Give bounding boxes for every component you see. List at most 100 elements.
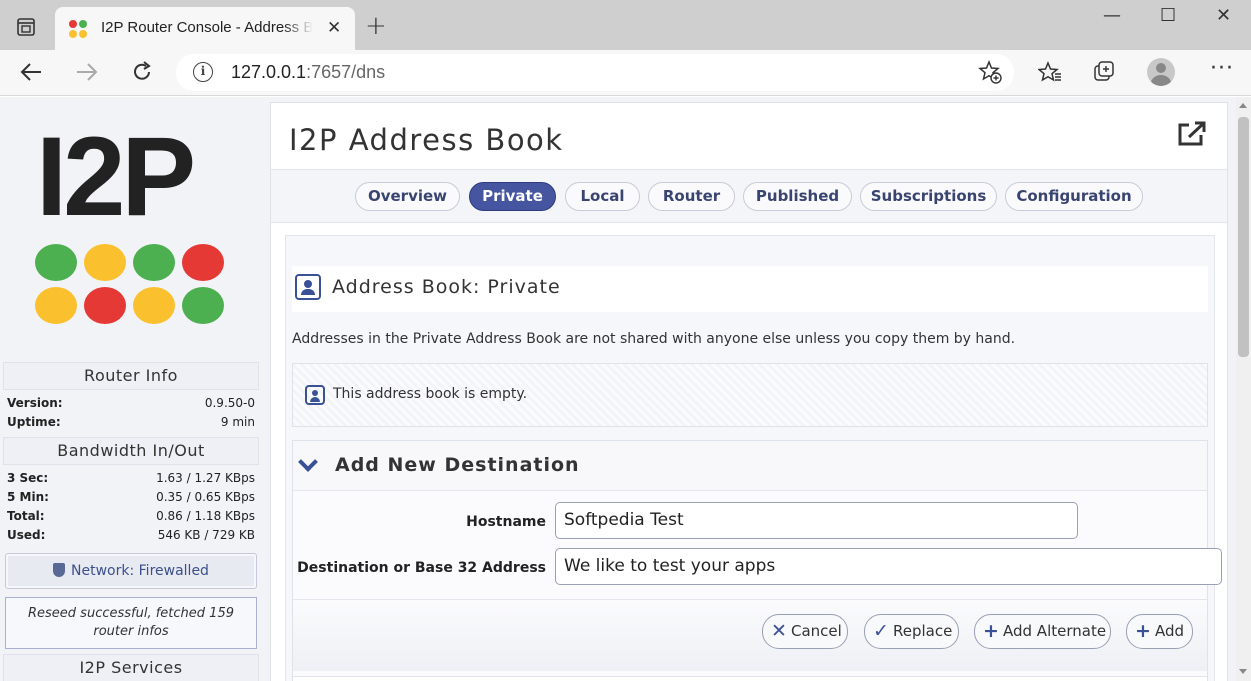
plus-icon: + xyxy=(1135,620,1151,642)
logo-dot xyxy=(133,244,175,281)
maximize-button[interactable]: ☐ xyxy=(1160,6,1176,26)
page-title: I2P Address Book xyxy=(289,123,564,157)
stat-value: 0.9.50-0 xyxy=(204,396,255,410)
close-window-button[interactable]: ✕ xyxy=(1216,6,1231,26)
section-title: Address Book: Private xyxy=(332,276,561,298)
cancel-icon: ✕ xyxy=(771,620,787,642)
back-icon[interactable] xyxy=(20,62,42,82)
tab-published[interactable]: Published xyxy=(743,182,852,211)
add-label: Add xyxy=(1155,622,1185,640)
i2p-logo[interactable]: I2P xyxy=(36,121,196,233)
hostname-input[interactable]: Softpedia Test xyxy=(555,502,1078,539)
destination-input[interactable]: We like to test your apps xyxy=(555,548,1222,585)
plus-icon: + xyxy=(983,620,999,642)
destination-label: Destination or Base 32 Address xyxy=(297,560,546,576)
hostname-label: Hostname xyxy=(466,514,546,530)
stat-label: 5 Min: xyxy=(7,490,49,504)
sidebar: I2P Router Info Version: 0.9.50-0 Uptime… xyxy=(0,97,262,681)
tab-subscriptions[interactable]: Subscriptions xyxy=(860,182,997,211)
tab-router[interactable]: Router xyxy=(648,182,735,211)
browser-tab-active[interactable]: I2P Router Console - Address Book ✕ xyxy=(55,7,355,50)
stat-label: Total: xyxy=(7,509,45,523)
section-header: Address Book: Private xyxy=(292,266,1208,312)
logo-dot xyxy=(35,287,77,324)
stat-row-used: Used: 546 KB / 729 KB xyxy=(7,528,255,547)
address-host: 127.0.0.1 xyxy=(231,62,307,82)
empty-message: This address book is empty. xyxy=(333,386,528,402)
cancel-label: Cancel xyxy=(791,622,842,640)
stat-row-uptime: Uptime: 9 min xyxy=(7,415,255,434)
addressbook-content: Address Book: Private Addresses in the P… xyxy=(285,235,1222,681)
chevron-down-icon[interactable] xyxy=(298,452,318,472)
shield-icon xyxy=(53,563,66,577)
profile-icon[interactable] xyxy=(1147,58,1175,86)
logo-dot xyxy=(133,287,175,324)
new-tab-button[interactable]: + xyxy=(365,12,387,40)
add-destination-title: Add New Destination xyxy=(335,454,580,476)
add-alternate-button[interactable]: + Add Alternate xyxy=(974,614,1111,649)
address-text[interactable]: 127.0.0.1:7657/dns xyxy=(231,62,385,83)
addressbook-tabs: Overview Private Local Router Published … xyxy=(271,169,1227,223)
check-icon: ✓ xyxy=(873,620,889,642)
scroll-up-icon[interactable] xyxy=(1239,103,1247,108)
stat-row-5min: 5 Min: 0.35 / 0.65 KBps xyxy=(7,490,255,509)
main-panel: I2P Address Book Overview Private Local … xyxy=(270,102,1228,681)
forward-icon[interactable] xyxy=(76,62,98,82)
stat-value: 9 min xyxy=(220,415,255,429)
stat-label: 3 Sec: xyxy=(7,471,49,485)
network-status-button[interactable]: Network: Firewalled xyxy=(5,553,257,589)
replace-button[interactable]: ✓ Replace xyxy=(864,614,959,649)
stat-value: 546 KB / 729 KB xyxy=(157,528,255,542)
form-buttons: ✕ Cancel ✓ Replace + Add Alternate + Add xyxy=(293,599,1207,671)
tab-configuration[interactable]: Configuration xyxy=(1005,182,1143,211)
stat-label: Uptime: xyxy=(7,415,61,429)
logo-dot xyxy=(84,287,126,324)
empty-notice: This address book is empty. xyxy=(292,363,1208,427)
stat-value: 0.35 / 0.65 KBps xyxy=(156,490,255,504)
network-status-label: Network: Firewalled xyxy=(71,563,209,579)
stat-row-total: Total: 0.86 / 1.18 KBps xyxy=(7,509,255,528)
cancel-button[interactable]: ✕ Cancel xyxy=(762,614,848,649)
add-destination-header[interactable]: Add New Destination xyxy=(293,441,1207,491)
next-section xyxy=(292,676,1208,681)
site-info-icon[interactable]: i xyxy=(193,62,213,82)
tab-overview[interactable]: Overview xyxy=(355,182,460,211)
logo-dot xyxy=(84,244,126,281)
more-icon[interactable]: ··· xyxy=(1210,58,1234,80)
tab-private[interactable]: Private xyxy=(469,182,556,211)
add-destination-form: Add New Destination Hostname Softpedia T… xyxy=(292,440,1222,680)
browser-tab-bar: I2P Router Console - Address Book ✕ + — … xyxy=(0,0,1251,50)
page: I2P Router Info Version: 0.9.50-0 Uptime… xyxy=(0,97,1251,681)
scroll-down-icon[interactable] xyxy=(1239,669,1247,674)
popout-icon[interactable] xyxy=(1177,121,1207,147)
address-book-icon xyxy=(305,385,325,405)
stat-row-version: Version: 0.9.50-0 xyxy=(7,396,255,415)
address-bar[interactable]: i 127.0.0.1:7657/dns xyxy=(176,54,1014,91)
stat-label: Used: xyxy=(7,528,46,542)
description-text: Addresses in the Private Address Book ar… xyxy=(292,331,1016,347)
stat-label: Version: xyxy=(7,396,63,410)
tab-actions-icon[interactable] xyxy=(17,18,35,36)
favorites-icon[interactable] xyxy=(1038,61,1062,83)
i2p-favicon-icon xyxy=(69,20,87,38)
page-scrollbar[interactable] xyxy=(1236,97,1251,681)
add-button[interactable]: + Add xyxy=(1126,614,1193,649)
stat-value: 1.63 / 1.27 KBps xyxy=(156,471,255,485)
address-book-icon xyxy=(295,274,321,300)
stat-row-3sec: 3 Sec: 1.63 / 1.27 KBps xyxy=(7,471,255,490)
tab-local[interactable]: Local xyxy=(565,182,640,211)
logo-dot xyxy=(35,244,77,281)
replace-label: Replace xyxy=(893,622,953,640)
add-favorite-icon[interactable] xyxy=(978,60,1002,84)
bandwidth-heading[interactable]: Bandwidth In/Out xyxy=(3,437,259,465)
services-heading[interactable]: I2P Services xyxy=(3,654,259,681)
collections-icon[interactable] xyxy=(1093,61,1117,83)
minimize-button[interactable]: — xyxy=(1103,6,1121,26)
router-info-heading[interactable]: Router Info xyxy=(3,362,259,390)
reload-icon[interactable] xyxy=(131,61,153,83)
tab-close-icon[interactable]: ✕ xyxy=(327,19,341,37)
scroll-thumb[interactable] xyxy=(1238,117,1249,357)
logo-dot xyxy=(182,287,224,324)
add-alternate-label: Add Alternate xyxy=(1003,622,1107,640)
logo-dot xyxy=(182,244,224,281)
